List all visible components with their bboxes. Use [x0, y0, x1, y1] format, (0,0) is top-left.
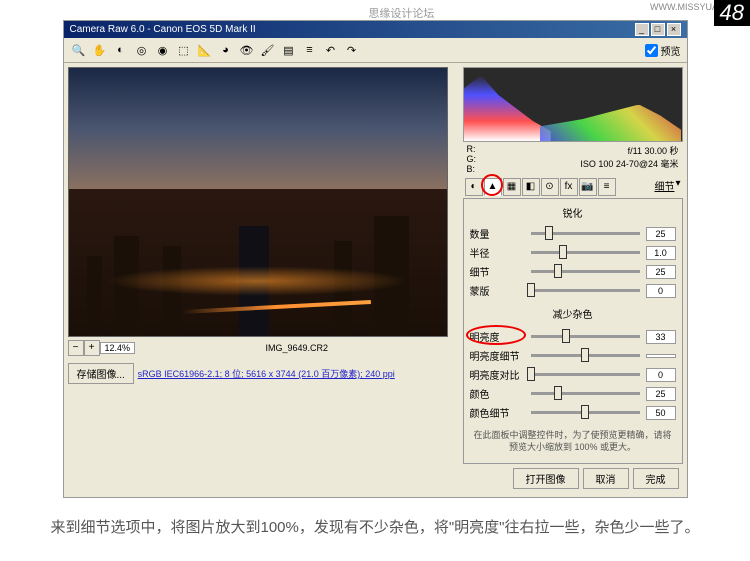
tab-lens[interactable]: ⊙	[541, 178, 559, 196]
luminance-label: 明亮度	[470, 329, 525, 344]
color-label: 颜色	[470, 386, 525, 401]
lum-detail-label: 明亮度细节	[470, 348, 525, 363]
detail-panel: 锐化 数量 25 半径 1.0 细节 25 蒙版	[463, 198, 683, 464]
detail-tab-label: 细节	[654, 178, 674, 196]
exif-aperture: f/11 30.00 秒	[484, 144, 678, 157]
minimize-button[interactable]: _	[635, 23, 649, 36]
close-button[interactable]: ×	[667, 23, 681, 36]
rotate-ccw-icon[interactable]: ↶	[322, 41, 340, 59]
noise-reduction-title: 减少杂色	[470, 302, 676, 325]
preview-check-input[interactable]	[645, 44, 658, 57]
crop-tool-icon[interactable]: ⬚	[175, 41, 193, 59]
mask-value[interactable]: 0	[646, 284, 676, 298]
tutorial-caption: 来到细节选项中，将图片放大到100%，发现有不少杂色，将"明亮度"往右拉一些，杂…	[20, 514, 730, 541]
workflow-link[interactable]: sRGB IEC61966-2.1; 8 位; 5616 x 3744 (21.…	[136, 365, 397, 382]
zoom-value[interactable]: 12.4%	[100, 342, 136, 354]
exif-b: B:	[467, 164, 477, 174]
done-button[interactable]: 完成	[633, 468, 679, 489]
radius-value[interactable]: 1.0	[646, 246, 676, 260]
color-detail-label: 颜色细节	[470, 405, 525, 420]
redeye-icon[interactable]: 👁	[238, 41, 256, 59]
histogram[interactable]	[463, 67, 683, 142]
lum-detail-value[interactable]	[646, 354, 676, 358]
graduated-filter-icon[interactable]: ▤	[280, 41, 298, 59]
luminance-value[interactable]: 33	[646, 330, 676, 344]
color-detail-slider[interactable]	[531, 411, 640, 414]
mask-slider[interactable]	[531, 289, 640, 292]
save-image-button[interactable]: 存储图像...	[68, 363, 134, 384]
color-sampler-icon[interactable]: ◎	[133, 41, 151, 59]
preview-label: 预览	[661, 43, 681, 58]
detail-slider[interactable]	[531, 270, 640, 273]
spot-removal-icon[interactable]: ◕	[217, 41, 235, 59]
exif-g: G:	[467, 154, 477, 164]
tab-fx[interactable]: fx	[560, 178, 578, 196]
window-title: Camera Raw 6.0 - Canon EOS 5D Mark II	[70, 24, 256, 35]
amount-label: 数量	[470, 226, 525, 241]
watermark-logo: 48	[714, 0, 750, 26]
panel-hint: 在此面板中调整控件时，为了使预览更精确，请将预览大小缩放到 100% 或更大。	[470, 424, 676, 459]
amount-slider[interactable]	[531, 232, 640, 235]
filename-label: IMG_9649.CR2	[135, 343, 458, 353]
toolbar: 🔍 ✋ ◐ ◎ ◉ ⬚ 📐 ◕ 👁 🖌 ▤ ≡ ↶ ↷ 预览	[64, 38, 687, 63]
straighten-icon[interactable]: 📐	[196, 41, 214, 59]
lum-contrast-label: 明亮度对比	[470, 367, 525, 382]
exif-r: R:	[467, 144, 477, 154]
detail-value[interactable]: 25	[646, 265, 676, 279]
tab-detail[interactable]: ▲	[484, 178, 502, 196]
rotate-cw-icon[interactable]: ↷	[343, 41, 361, 59]
white-balance-icon[interactable]: ◐	[112, 41, 130, 59]
tab-camera[interactable]: 📷	[579, 178, 597, 196]
target-adjust-icon[interactable]: ◉	[154, 41, 172, 59]
lum-contrast-slider[interactable]	[531, 373, 640, 376]
adjustment-tabs: ◐ ▲ ▦ ◧ ⊙ fx 📷 ≡ 细节 ▾	[463, 176, 683, 198]
preview-checkbox[interactable]: 预览	[645, 43, 681, 58]
exif-iso: ISO 100 24-70@24 毫米	[484, 157, 678, 170]
color-slider[interactable]	[531, 392, 640, 395]
color-value[interactable]: 25	[646, 387, 676, 401]
detail-label: 细节	[470, 264, 525, 279]
tab-hsl[interactable]: ▦	[503, 178, 521, 196]
watermark-forum: 思缘设计论坛	[368, 5, 434, 21]
sharpen-title: 锐化	[470, 203, 676, 222]
zoom-in-button[interactable]: +	[84, 340, 100, 356]
zoom-tool-icon[interactable]: 🔍	[70, 41, 88, 59]
tab-split[interactable]: ◧	[522, 178, 540, 196]
luminance-slider[interactable]	[531, 335, 640, 338]
color-detail-value[interactable]: 50	[646, 406, 676, 420]
tab-basic[interactable]: ◐	[465, 178, 483, 196]
radius-label: 半径	[470, 245, 525, 260]
maximize-button[interactable]: □	[651, 23, 665, 36]
hand-tool-icon[interactable]: ✋	[91, 41, 109, 59]
open-image-button[interactable]: 打开图像	[513, 468, 579, 489]
zoom-out-button[interactable]: −	[68, 340, 84, 356]
amount-value[interactable]: 25	[646, 227, 676, 241]
mask-label: 蒙版	[470, 283, 525, 298]
titlebar: Camera Raw 6.0 - Canon EOS 5D Mark II _ …	[64, 21, 687, 38]
tab-presets[interactable]: ≡	[598, 178, 616, 196]
prefs-icon[interactable]: ≡	[301, 41, 319, 59]
exif-readout: R: G: B: f/11 30.00 秒 ISO 100 24-70@24 毫…	[463, 142, 683, 176]
cancel-button[interactable]: 取消	[583, 468, 629, 489]
image-preview[interactable]	[68, 67, 448, 337]
camera-raw-window: Camera Raw 6.0 - Canon EOS 5D Mark II _ …	[63, 20, 688, 498]
lum-contrast-value[interactable]: 0	[646, 368, 676, 382]
lum-detail-slider[interactable]	[531, 354, 640, 357]
adjustment-brush-icon[interactable]: 🖌	[259, 41, 277, 59]
radius-slider[interactable]	[531, 251, 640, 254]
